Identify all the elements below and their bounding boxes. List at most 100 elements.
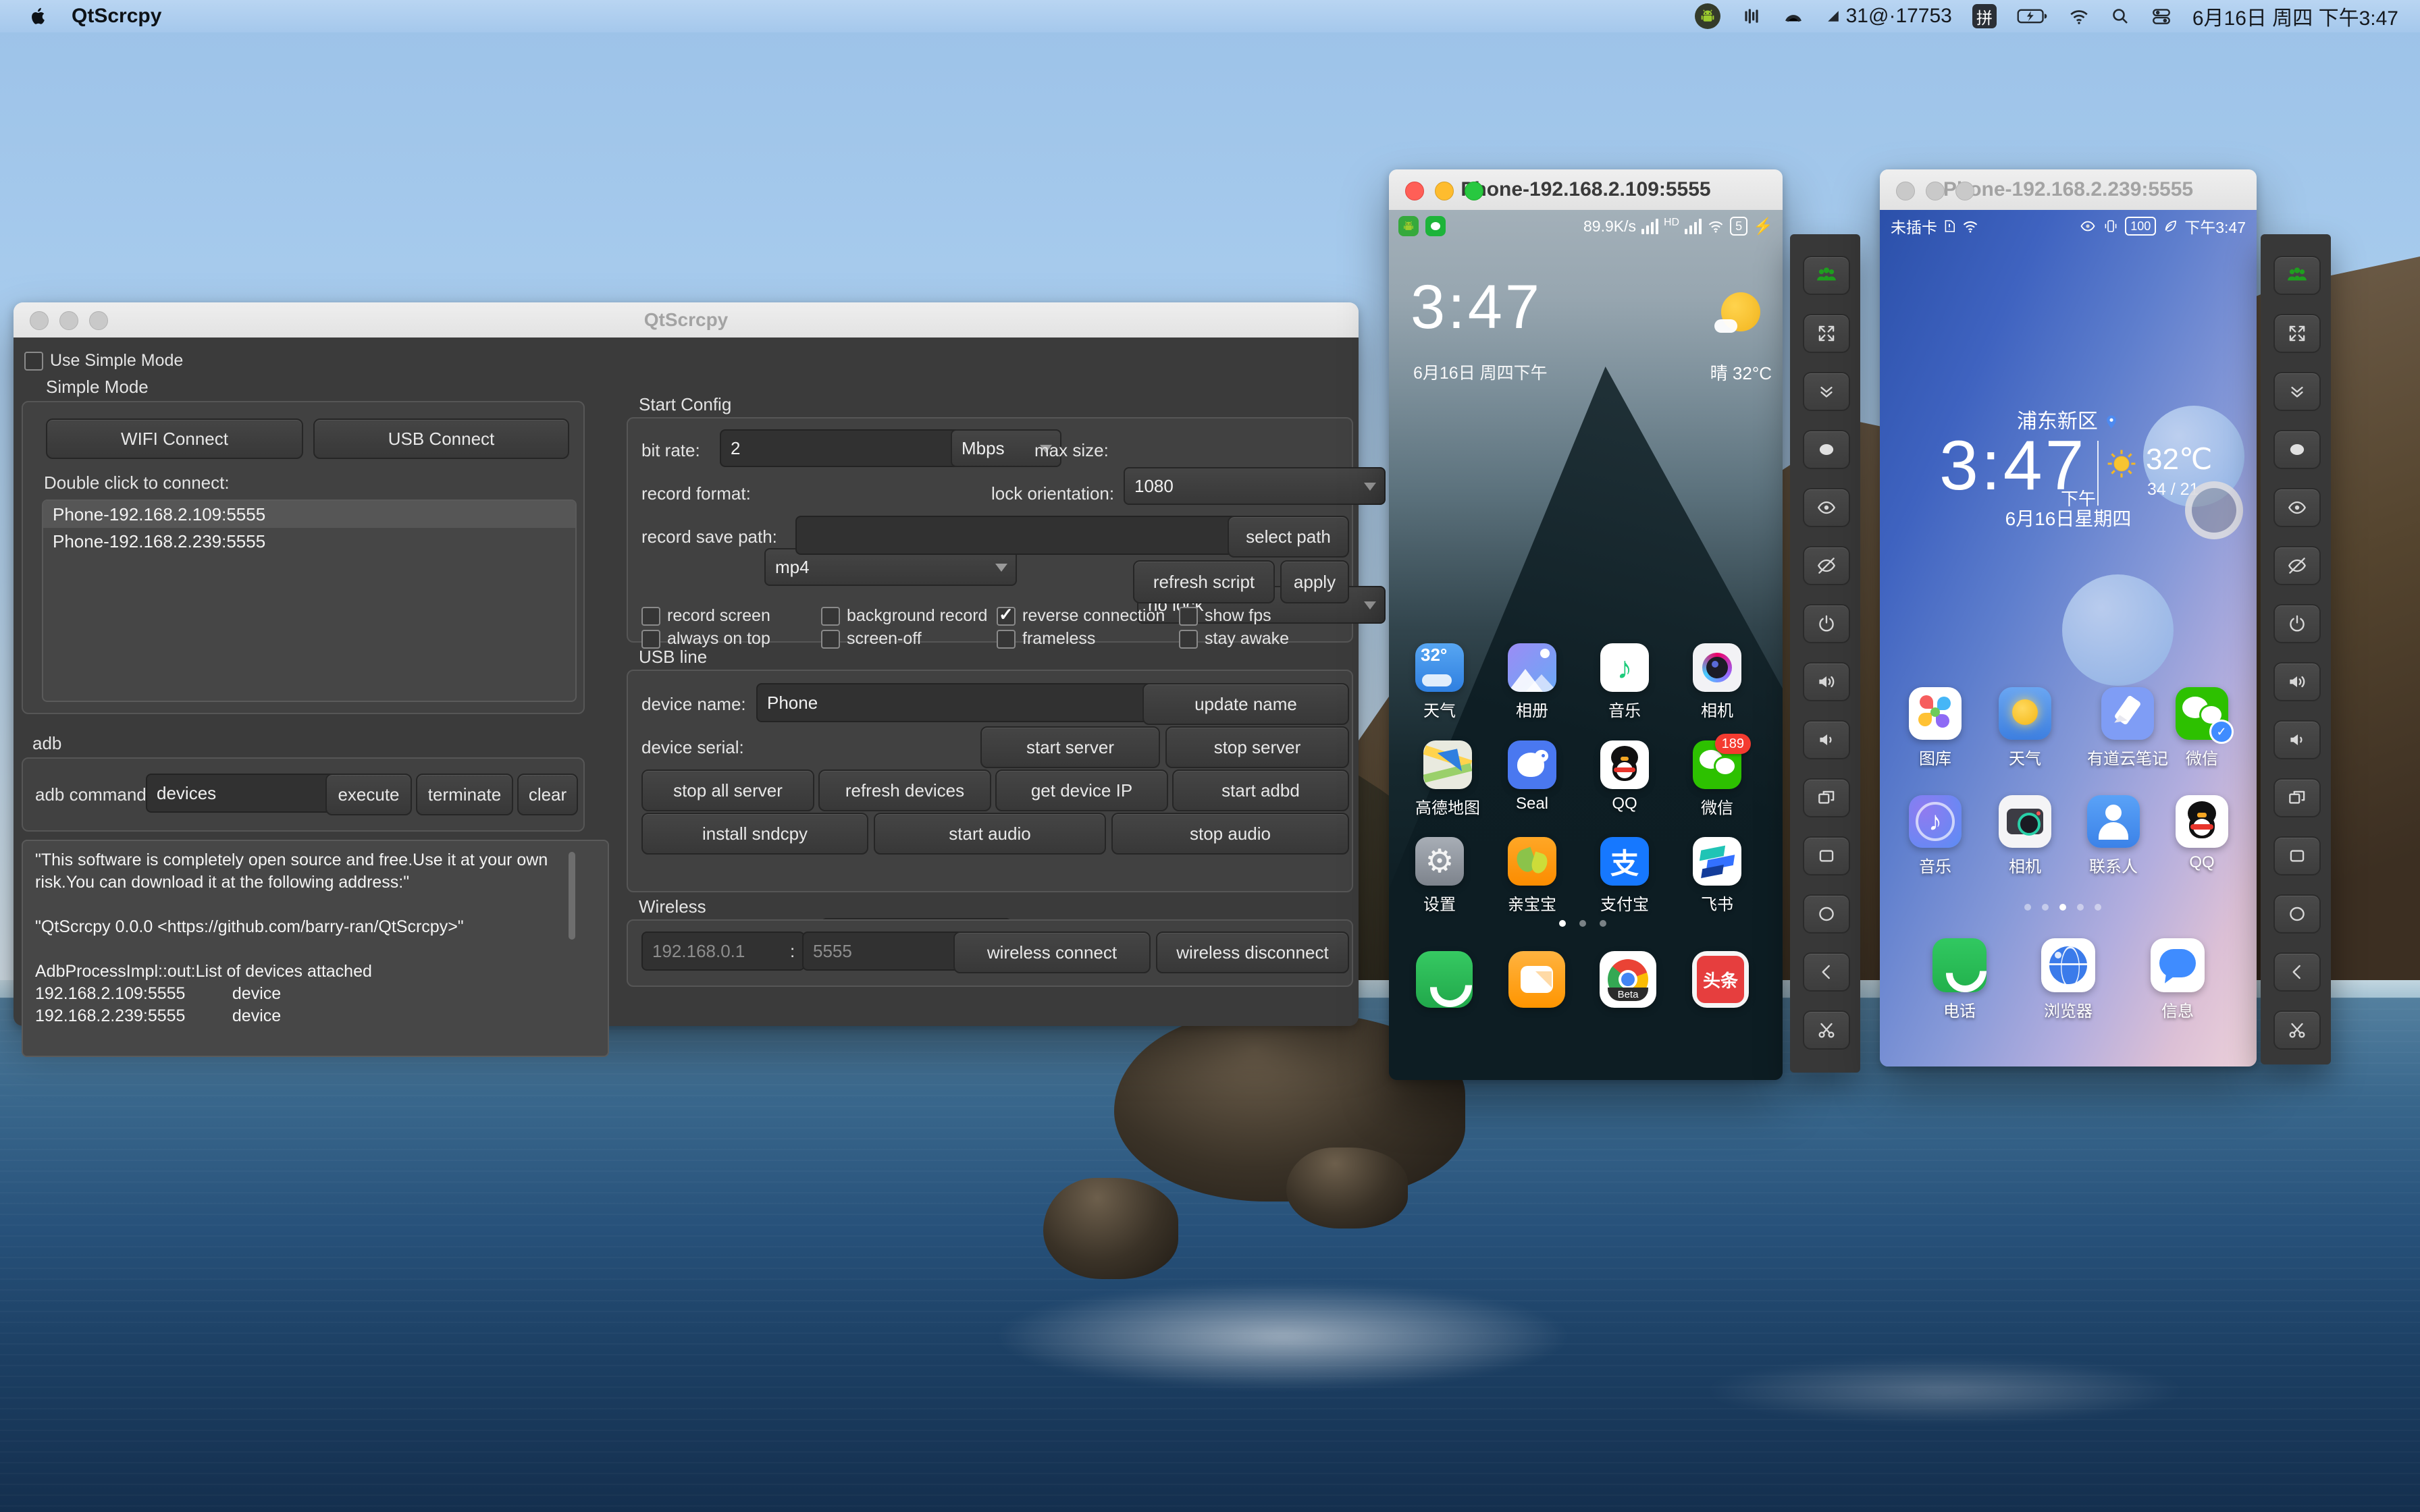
checkbox-box[interactable]: [641, 629, 660, 649]
volume-up-button[interactable]: [2273, 662, 2321, 701]
phone2-titlebar[interactable]: Phone-192.168.2.239:5555: [1880, 169, 2257, 210]
app-weather[interactable]: 32° 天气: [1415, 643, 1464, 721]
install-sndcpy-button[interactable]: install sndcpy: [641, 813, 868, 855]
checkbox-box[interactable]: [641, 606, 660, 626]
app-wechat[interactable]: ✓ 微信: [2176, 687, 2234, 769]
minimize-button[interactable]: [1926, 182, 1945, 200]
wireless-port-input[interactable]: 5555: [802, 932, 966, 971]
max-size-combo[interactable]: 1080: [1124, 467, 1386, 505]
device-name-input[interactable]: Phone: [756, 683, 1156, 722]
equalizer-status-icon[interactable]: [1741, 5, 1762, 27]
wireless-ip-input[interactable]: 192.168.0.1: [641, 932, 805, 971]
stop-server-button[interactable]: stop server: [1165, 726, 1349, 768]
style-button[interactable]: [1803, 256, 1850, 295]
checkbox-box[interactable]: [24, 351, 43, 371]
start-adbd-button[interactable]: start adbd: [1172, 770, 1349, 811]
screen-off-button[interactable]: [1803, 546, 1850, 585]
stay-awake-checkbox[interactable]: stay awake: [1179, 629, 1289, 649]
show-fps-checkbox[interactable]: show fps: [1179, 606, 1271, 626]
expand-notify-button[interactable]: [1803, 372, 1850, 411]
bit-rate-input[interactable]: 2: [720, 429, 964, 467]
screen-shot-button[interactable]: [2273, 1010, 2321, 1050]
app-switch-button[interactable]: [2273, 778, 2321, 817]
screen-shot-button[interactable]: [1803, 1010, 1850, 1050]
app-camera[interactable]: 相机: [1999, 795, 2051, 877]
control-center-icon[interactable]: [2151, 5, 2172, 27]
app-wechat[interactable]: 189 微信: [1693, 734, 1751, 818]
checkbox-box[interactable]: [997, 629, 1016, 649]
checkbox-box[interactable]: [997, 604, 1016, 626]
device-list-item[interactable]: Phone-192.168.2.109:5555: [43, 501, 575, 528]
close-button[interactable]: [1896, 182, 1915, 200]
minimize-button[interactable]: [59, 311, 78, 330]
stop-audio-button[interactable]: stop audio: [1111, 813, 1349, 855]
dock-browser[interactable]: 浏览器: [2041, 938, 2095, 1021]
app-feishu[interactable]: 飞书: [1693, 837, 1741, 915]
device-list-item[interactable]: Phone-192.168.2.239:5555: [43, 528, 575, 555]
start-audio-button[interactable]: start audio: [874, 813, 1106, 855]
wifi-connect-button[interactable]: WIFI Connect: [46, 418, 303, 459]
record-save-path-input[interactable]: [795, 516, 1240, 555]
power-button[interactable]: [2273, 604, 2321, 643]
back-button[interactable]: [1803, 952, 1850, 992]
app-settings[interactable]: ⚙ 设置: [1415, 837, 1464, 915]
wifi-icon[interactable]: [2068, 5, 2090, 27]
app-switch-button[interactable]: [1803, 778, 1850, 817]
app-qq[interactable]: QQ: [2176, 795, 2228, 872]
assistive-ball[interactable]: [2185, 481, 2243, 539]
terminate-button[interactable]: terminate: [416, 774, 513, 815]
refresh-devices-button[interactable]: refresh devices: [818, 770, 991, 811]
app-alipay[interactable]: 支 支付宝: [1600, 837, 1649, 915]
home-button[interactable]: [1803, 894, 1850, 934]
screen-off-button[interactable]: [2273, 546, 2321, 585]
screen-off-checkbox[interactable]: screen-off: [821, 629, 922, 649]
android-status-icon[interactable]: [1694, 3, 1720, 29]
dock-messages[interactable]: 信息: [2151, 938, 2205, 1021]
clear-button[interactable]: clear: [517, 774, 578, 815]
dock-phone[interactable]: 电话: [1932, 938, 1987, 1021]
style-button[interactable]: [2273, 256, 2321, 295]
checkbox-box[interactable]: [821, 629, 840, 649]
menu-clock[interactable]: 6月16日 周四 下午3:47: [2192, 1, 2398, 31]
checkbox-box[interactable]: [821, 606, 840, 626]
adb-log-output[interactable]: "This software is completely open source…: [22, 840, 609, 1057]
start-server-button[interactable]: start server: [980, 726, 1160, 768]
app-amap[interactable]: 高德地图: [1415, 740, 1480, 818]
close-button[interactable]: [30, 311, 49, 330]
full-screen-button[interactable]: [2273, 314, 2321, 353]
app-contacts[interactable]: 联系人: [2087, 795, 2140, 877]
phone2-screen[interactable]: 未插卡 100 下午3:47 浦东新区 3:47 下午 32℃ 34 / 21 …: [1880, 210, 2257, 1066]
app-weather[interactable]: 天气: [1999, 687, 2051, 769]
screen-up-button[interactable]: [2273, 488, 2321, 527]
always-on-top-checkbox[interactable]: always on top: [641, 629, 770, 649]
execute-button[interactable]: execute: [325, 774, 412, 815]
phone1-screen[interactable]: 89.9K/s HD 5 ⚡ 3:47 6月16日 周四下午 晴 32°C 32…: [1389, 210, 1783, 1080]
touch-button[interactable]: [2273, 430, 2321, 469]
reverse-connection-checkbox[interactable]: reverse connection: [997, 604, 1165, 626]
touch-button[interactable]: [1803, 430, 1850, 469]
menu-button[interactable]: [1803, 836, 1850, 875]
app-camera[interactable]: 相机: [1693, 643, 1741, 721]
refresh-script-button[interactable]: refresh script: [1133, 560, 1275, 603]
dock-chrome-beta[interactable]: Beta: [1600, 951, 1656, 1008]
device-list[interactable]: Phone-192.168.2.109:5555 Phone-192.168.2…: [42, 500, 577, 702]
update-name-button[interactable]: update name: [1142, 683, 1349, 725]
stop-all-server-button[interactable]: stop all server: [641, 770, 814, 811]
headset-status-icon[interactable]: [1783, 5, 1804, 27]
input-method-badge[interactable]: 拼: [1972, 4, 1997, 28]
app-gallery[interactable]: 相册: [1508, 643, 1556, 721]
select-path-button[interactable]: select path: [1228, 516, 1349, 558]
menu-app-name[interactable]: QtScrcpy: [72, 5, 161, 28]
search-icon[interactable]: [2110, 6, 2130, 26]
checkbox-box[interactable]: [1179, 606, 1198, 626]
expand-notify-button[interactable]: [2273, 372, 2321, 411]
dock-messages[interactable]: [1508, 951, 1565, 1008]
zoom-button[interactable]: [1465, 182, 1483, 200]
app-music[interactable]: ♪ 音乐: [1909, 795, 1962, 877]
home-button[interactable]: [2273, 894, 2321, 934]
minimize-button[interactable]: [1435, 182, 1454, 200]
get-device-ip-button[interactable]: get device IP: [995, 770, 1168, 811]
use-simple-mode-checkbox[interactable]: Use Simple Mode: [24, 351, 183, 371]
record-screen-checkbox[interactable]: record screen: [641, 606, 770, 626]
phone1-titlebar[interactable]: Phone-192.168.2.109:5555: [1389, 169, 1783, 210]
